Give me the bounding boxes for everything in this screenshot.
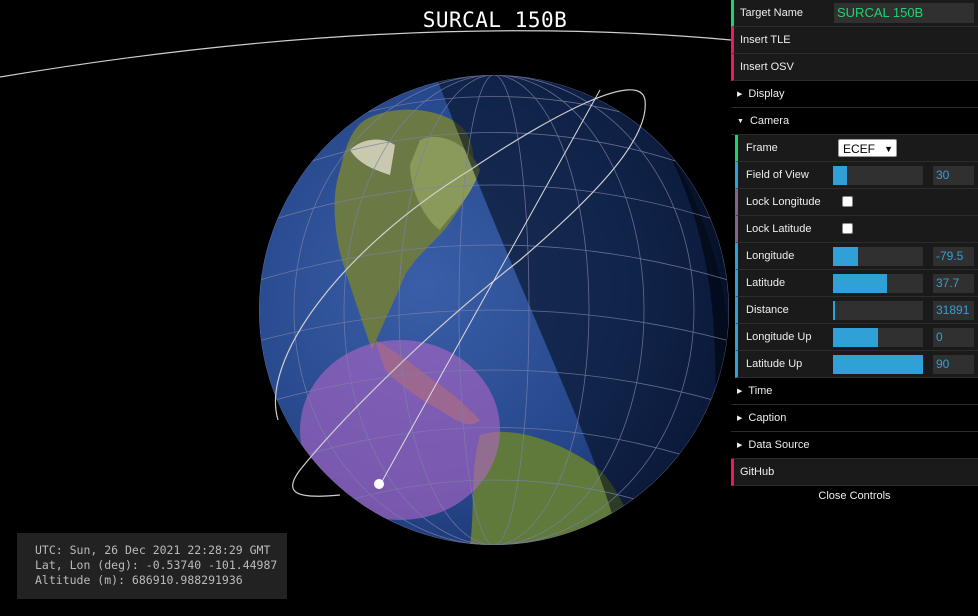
distance-input[interactable]: 31891 <box>933 301 974 320</box>
info-panel: UTC: Sun, 26 Dec 2021 22:28:29 GMT Lat, … <box>17 533 287 599</box>
utc-readout: UTC: Sun, 26 Dec 2021 22:28:29 GMT <box>35 543 271 557</box>
lock-longitude-checkbox[interactable] <box>842 196 853 207</box>
distance-label: Distance <box>746 304 789 316</box>
target-name-input[interactable]: SURCAL 150B <box>834 3 974 23</box>
longitude-row: Longitude -79.5 <box>735 243 978 270</box>
fov-slider[interactable] <box>833 166 923 185</box>
lock-latitude-checkbox[interactable] <box>842 223 853 234</box>
caret-right-icon: ▶ <box>737 442 743 450</box>
caption-folder[interactable]: ▶ Caption <box>731 405 978 432</box>
latitude-row: Latitude 37.7 <box>735 270 978 297</box>
lock-longitude-row: Lock Longitude <box>735 189 978 216</box>
data-source-folder[interactable]: ▶ Data Source <box>731 432 978 459</box>
frame-select[interactable]: ECEF ▼ <box>838 139 897 157</box>
latitude-up-slider[interactable] <box>833 355 923 374</box>
caret-right-icon: ▶ <box>737 388 743 396</box>
controls-panel: Target Name SURCAL 150B Insert TLE Inser… <box>731 0 978 506</box>
lock-latitude-row: Lock Latitude <box>735 216 978 243</box>
caret-down-icon: ▼ <box>737 117 744 125</box>
insert-tle-label: Insert TLE <box>740 34 791 46</box>
target-name-row: Target Name SURCAL 150B <box>731 0 978 27</box>
github-button[interactable]: GitHub <box>731 459 978 486</box>
lock-longitude-label: Lock Longitude <box>746 196 821 208</box>
display-folder[interactable]: ▶ Display <box>731 81 978 108</box>
latitude-up-row: Latitude Up 90 <box>735 351 978 378</box>
chevron-down-icon: ▼ <box>884 144 893 154</box>
time-folder[interactable]: ▶ Time <box>731 378 978 405</box>
longitude-up-slider[interactable] <box>833 328 923 347</box>
github-label: GitHub <box>740 466 775 478</box>
longitude-input[interactable]: -79.5 <box>933 247 974 266</box>
caret-right-icon: ▶ <box>737 91 743 99</box>
latitude-label: Latitude <box>746 277 786 289</box>
longitude-up-label: Longitude Up <box>746 331 812 343</box>
latitude-slider[interactable] <box>833 274 923 293</box>
latitude-up-label: Latitude Up <box>746 358 803 370</box>
frame-row: Frame ECEF ▼ <box>735 135 978 162</box>
latitude-input[interactable]: 37.7 <box>933 274 974 293</box>
longitude-label: Longitude <box>746 250 795 262</box>
distance-slider[interactable] <box>833 301 923 320</box>
longitude-slider[interactable] <box>833 247 923 266</box>
altitude-readout: Altitude (m): 686910.988291936 <box>35 573 243 587</box>
lock-latitude-label: Lock Latitude <box>746 223 812 235</box>
close-controls-button[interactable]: Close Controls <box>731 486 978 506</box>
satellite-marker <box>374 479 384 489</box>
target-name-label: Target Name <box>740 7 803 19</box>
longitude-up-row: Longitude Up 0 <box>735 324 978 351</box>
fov-row: Field of View 30 <box>735 162 978 189</box>
satellite-title: SURCAL 150B <box>422 8 568 32</box>
orbit-arc <box>0 30 732 78</box>
insert-tle-button[interactable]: Insert TLE <box>731 27 978 54</box>
fov-input[interactable]: 30 <box>933 166 974 185</box>
camera-folder[interactable]: ▼ Camera <box>731 108 978 135</box>
insert-osv-button[interactable]: Insert OSV <box>731 54 978 81</box>
caret-right-icon: ▶ <box>737 415 743 423</box>
longitude-up-input[interactable]: 0 <box>933 328 974 347</box>
latlon-readout: Lat, Lon (deg): -0.53740 -101.44987 <box>35 558 278 572</box>
insert-osv-label: Insert OSV <box>740 61 794 73</box>
fov-label: Field of View <box>746 169 809 181</box>
latitude-up-input[interactable]: 90 <box>933 355 974 374</box>
earth-globe <box>259 75 729 545</box>
distance-row: Distance 31891 <box>735 297 978 324</box>
frame-label: Frame <box>746 142 778 154</box>
